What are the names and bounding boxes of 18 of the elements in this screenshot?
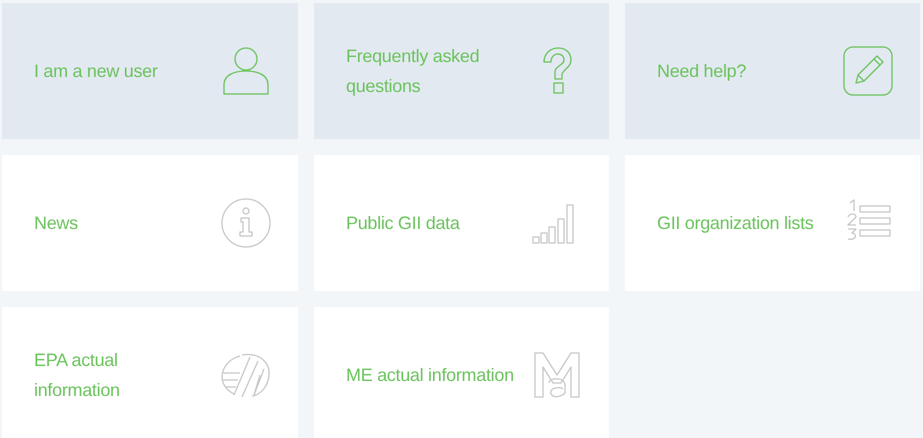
link-tile[interactable]: News [2,155,298,291]
tile-label: Public GII data [346,212,460,235]
link-tile[interactable]: Need help? [625,3,920,139]
link-tile[interactable]: Public GII data [314,155,609,291]
info-icon [220,197,272,249]
link-tile[interactable]: ME actual information [314,307,609,438]
link-tile[interactable]: EPA actual information [2,307,298,438]
link-tile[interactable]: I am a new user [2,3,298,139]
tile-label: GII organization lists [657,212,814,235]
tile-label: I am a new user [34,60,158,83]
tile-label: News [34,212,78,235]
tile-label: Need help? [657,60,746,83]
tile-label: EPA actual information [34,349,121,402]
link-tile[interactable]: Frequently asked questions [314,3,609,139]
link-tile[interactable]: GII organization lists [625,155,920,291]
pencil-icon [842,45,894,97]
tile-label: Frequently asked questions [346,45,480,98]
tile-label: ME actual information [346,364,514,387]
